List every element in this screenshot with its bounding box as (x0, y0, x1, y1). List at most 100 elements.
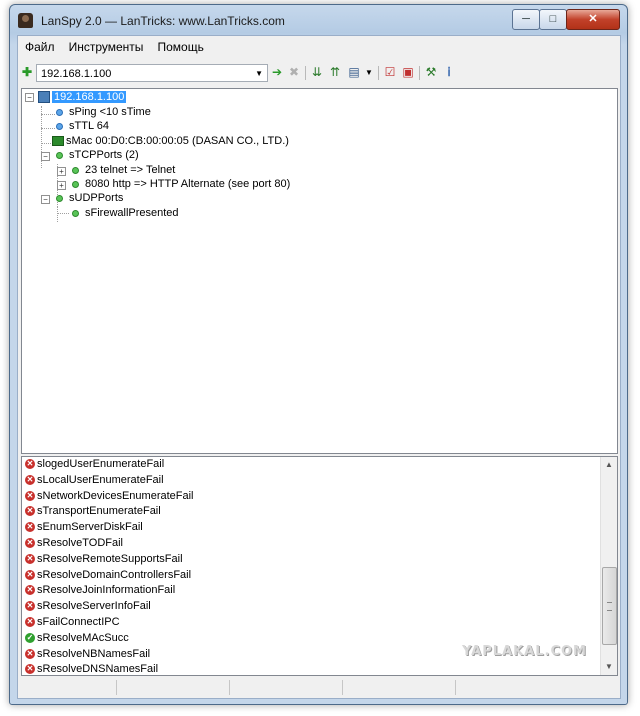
app-icon (18, 13, 33, 28)
log-item[interactable]: ✕ sTransportEnumerateFail (22, 504, 617, 520)
tree-root[interactable]: 192.168.1.100 (38, 90, 127, 104)
tree-node-label: sMac 00:D0:CB:00:00:05 (DASAN CO., LTD.) (66, 135, 289, 147)
log-item[interactable]: ✕ slogedUserEnumerateFail (22, 457, 617, 473)
info-dot-icon (56, 122, 63, 130)
log-item[interactable]: ✕ sFailConnectIPC (22, 615, 617, 631)
export-icon[interactable]: ⇈ (329, 66, 341, 79)
title-bar[interactable]: LanSpy 2.0 — LanTricks: www.LanTricks.co… (10, 5, 627, 35)
import-icon[interactable]: ⇊ (311, 66, 323, 79)
go-icon[interactable]: ➔ (271, 66, 283, 79)
tree-line (57, 206, 58, 222)
status-dot-icon (72, 180, 79, 188)
error-icon: ✕ (25, 585, 35, 596)
log-item[interactable]: ✕ sNetworkDevicesEnumerateFail (22, 489, 617, 505)
status-dot-icon (72, 209, 79, 217)
options-icon[interactable]: ▤ (348, 66, 360, 79)
log-item-label: sResolveDNSNamesFail (37, 663, 159, 676)
report-icon[interactable]: ▣ (402, 66, 414, 79)
log-item[interactable]: ✕ sLocalUserEnumerateFail (22, 473, 617, 489)
dropdown-icon[interactable]: ▼ (363, 66, 375, 79)
app-window: LanSpy 2.0 — LanTricks: www.LanTricks.co… (9, 4, 628, 705)
menu-file[interactable]: Файл (21, 36, 59, 58)
maximize-button[interactable]: □ (539, 9, 567, 30)
log-item[interactable]: ✕ sResolveServerInfoFail (22, 599, 617, 615)
log-item-label: sTransportEnumerateFail (37, 505, 161, 518)
tree-node-mac[interactable]: sMac 00:D0:CB:00:00:05 (DASAN CO., LTD.) (52, 134, 289, 148)
address-combo[interactable]: 192.168.1.100 ▼ (36, 64, 268, 82)
error-icon: ✕ (25, 601, 35, 612)
log-item-label: sResolveServerInfoFail (37, 600, 151, 613)
error-icon: ✕ (25, 553, 35, 564)
tree-node-udp-ports[interactable]: sUDPPorts (56, 191, 123, 205)
settings-icon[interactable]: ⚒ (425, 66, 437, 79)
menu-tools[interactable]: Инструменты (65, 36, 148, 58)
log-item-label: sResolveJoinInformationFail (37, 584, 176, 597)
watermark: YAPLAKAL.COM (462, 644, 587, 659)
error-icon: ✕ (25, 664, 35, 675)
collapse-root-icon[interactable]: − (25, 93, 34, 102)
log-list[interactable]: ✕ slogedUserEnumerateFail ✕ sLocalUserEnume… (21, 456, 618, 676)
log-item-label: sResolveDomainControllersFail (37, 568, 192, 581)
log-scrollbar[interactable]: ▲ ▼ (600, 457, 617, 675)
status-cell (18, 680, 117, 695)
status-dot-icon (56, 194, 63, 202)
log-item-label: sResolveMAcSucc (37, 631, 129, 644)
tree-node-tcp-port[interactable]: 23 telnet => Telnet (72, 163, 175, 177)
tree-node-tcp-port[interactable]: 8080 http => HTTP Alternate (see port 80… (72, 177, 290, 191)
log-item[interactable]: ✕ sResolveDomainControllersFail (22, 568, 617, 584)
status-cell (230, 680, 343, 695)
tree-node-label: sFirewallPresented (85, 207, 179, 219)
tree-node-label: 23 telnet => Telnet (85, 164, 176, 176)
toolbar-separator (305, 66, 306, 80)
error-icon: ✕ (25, 474, 35, 485)
close-button[interactable]: ✕ (566, 9, 620, 30)
expand-port-icon[interactable]: + (57, 181, 66, 190)
error-icon: ✕ (25, 522, 35, 533)
tree-node-label: sTTL 64 (69, 120, 109, 132)
scroll-up-icon[interactable]: ▲ (601, 457, 617, 473)
collapse-tcp-icon[interactable]: − (41, 152, 50, 161)
status-cell (117, 680, 230, 695)
stop-icon[interactable]: ✖ (288, 66, 300, 79)
collapse-udp-icon[interactable]: − (41, 195, 50, 204)
check-icon[interactable]: ☑ (384, 66, 396, 79)
log-item-label: slogedUserEnumerateFail (37, 458, 165, 470)
network-card-icon (52, 136, 64, 147)
tree-node-tcp-ports[interactable]: sTCPPorts (2) (56, 148, 139, 162)
error-icon: ✕ (25, 648, 35, 659)
status-dot-icon (72, 166, 79, 174)
status-cell (343, 680, 456, 695)
scroll-down-icon[interactable]: ▼ (601, 659, 617, 675)
tree-line (57, 213, 69, 214)
tree-line (41, 128, 55, 129)
log-item-label: sEnumServerDiskFail (37, 521, 143, 534)
info-dot-icon (56, 108, 63, 116)
log-item[interactable]: ✕ sResolveDNSNamesFail (22, 662, 617, 676)
scroll-thumb[interactable] (602, 567, 617, 645)
log-item-label: sNetworkDevicesEnumerateFail (37, 489, 194, 502)
log-item-label: sResolveRemoteSupportsFail (37, 552, 183, 565)
log-item[interactable]: ✕ sEnumServerDiskFail (22, 520, 617, 536)
grip-icon (607, 602, 612, 611)
tree-node-firewall[interactable]: sFirewallPresented (72, 206, 179, 220)
expand-port-icon[interactable]: + (57, 167, 66, 176)
log-item[interactable]: ✕ sResolveTODFail (22, 536, 617, 552)
log-item[interactable]: ✕ sResolveRemoteSupportsFail (22, 552, 617, 568)
menu-help[interactable]: Помощь (153, 36, 207, 58)
tree-node-label: sPing <10 sTime (69, 106, 151, 118)
add-icon[interactable]: ✚ (21, 66, 33, 79)
info-icon[interactable]: ⅰ (443, 66, 455, 79)
error-icon: ✕ (25, 459, 35, 470)
tree-node-ttl[interactable]: sTTL 64 (56, 119, 109, 133)
chevron-down-icon[interactable]: ▼ (255, 65, 263, 83)
error-icon: ✕ (25, 538, 35, 549)
tree-line (41, 114, 55, 115)
toolbar-separator (419, 66, 420, 80)
tree-node-ping[interactable]: sPing <10 sTime (56, 105, 151, 119)
host-tree[interactable]: − 192.168.1.100 sPing <10 sTime sTTL 64 … (21, 88, 618, 454)
success-icon: ✓ (25, 632, 35, 643)
log-item[interactable]: ✕ sResolveJoinInformationFail (22, 583, 617, 599)
window-title: LanSpy 2.0 — LanTricks: www.LanTricks.co… (41, 14, 285, 28)
minimize-button[interactable]: ─ (512, 9, 540, 30)
log-item-label: sResolveTODFail (37, 536, 123, 549)
